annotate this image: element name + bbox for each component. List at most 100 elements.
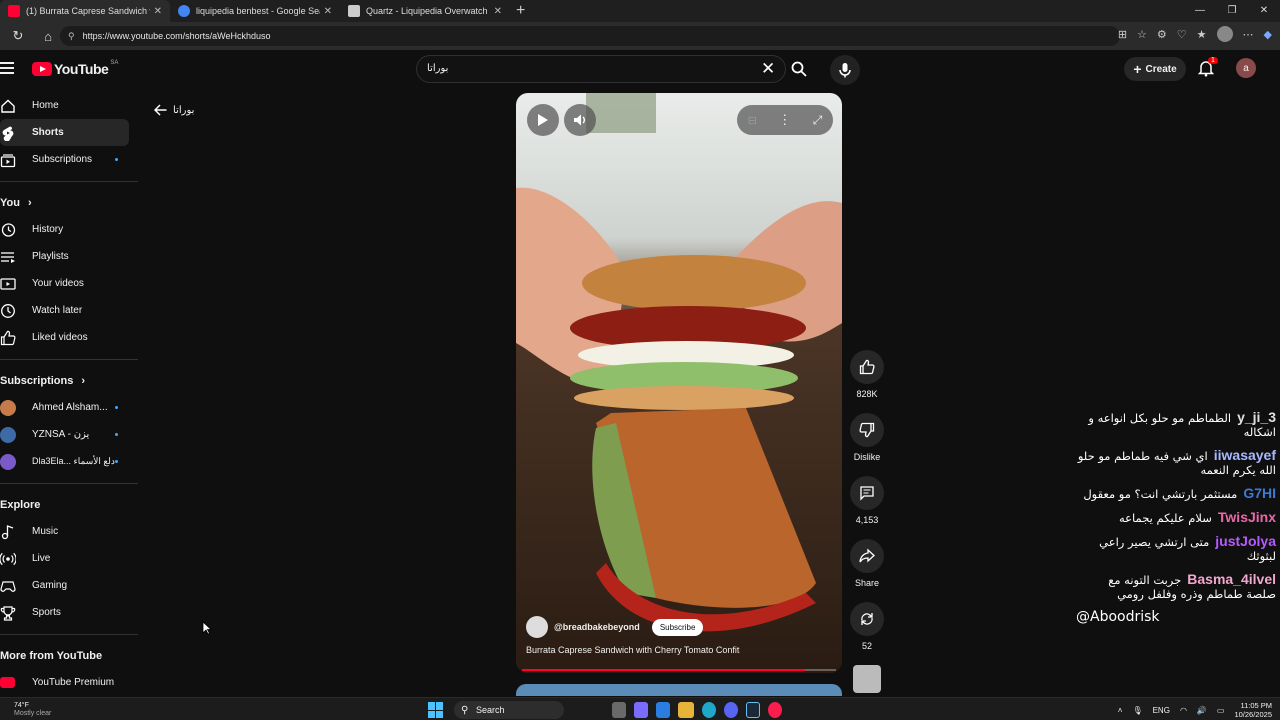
- comment-icon: [860, 486, 874, 501]
- copilot-app-icon[interactable]: [634, 702, 648, 718]
- sidebar-item-youtube-premium[interactable]: YouTube Premium: [0, 669, 140, 696]
- windows-start-icon[interactable]: [428, 702, 444, 718]
- liquipedia-favicon-icon: [348, 5, 360, 17]
- battery-icon[interactable]: ▭: [1217, 706, 1225, 715]
- close-tab-icon[interactable]: ✕: [324, 6, 332, 17]
- clock[interactable]: 11:05 PM 10/26/2025: [1234, 701, 1272, 719]
- favorite-star-icon[interactable]: ☆: [1137, 28, 1147, 41]
- app-available-icon[interactable]: ⊞: [1118, 28, 1127, 41]
- arrow-left-icon: [154, 104, 167, 116]
- comments-button[interactable]: [850, 476, 884, 510]
- sound-thumbnail[interactable]: [853, 665, 881, 693]
- dislike-button[interactable]: [850, 413, 884, 447]
- back-label: بوراتا: [173, 104, 195, 116]
- sidebar-item-your-videos[interactable]: Your videos: [0, 270, 140, 297]
- sidebar-item-watch-later[interactable]: Watch later: [0, 297, 140, 324]
- more-options-icon[interactable]: ⋯: [1243, 28, 1254, 41]
- sidebar-item-sports[interactable]: Sports: [0, 599, 140, 626]
- close-tab-icon[interactable]: ✕: [154, 6, 162, 17]
- sidebar: Home Shorts Subscriptions You › History P…: [0, 92, 140, 696]
- close-tab-icon[interactable]: ✕: [494, 6, 502, 17]
- sidebar-item-playlists[interactable]: Playlists: [0, 243, 140, 270]
- file-explorer-icon[interactable]: [678, 702, 694, 718]
- browser-tab-youtube[interactable]: (1) Burrata Caprese Sandwich wit ✕: [0, 0, 170, 22]
- google-favicon-icon: [178, 5, 190, 17]
- search-input[interactable]: بوراتا ✕: [416, 55, 786, 83]
- clear-search-icon[interactable]: ✕: [761, 59, 775, 79]
- captions-icon[interactable]: ⊟: [748, 114, 757, 127]
- mute-button[interactable]: [564, 104, 596, 136]
- sidebar-item-channel[interactable]: Ahmed Alsham...: [0, 394, 140, 421]
- menu-icon[interactable]: [0, 62, 14, 77]
- extensions-icon[interactable]: ⚙: [1157, 28, 1167, 41]
- video-progress-bar[interactable]: [522, 669, 836, 671]
- search-button[interactable]: [784, 55, 814, 83]
- progress-fill: [522, 669, 805, 671]
- youtube-logo[interactable]: YouTube SA: [32, 60, 118, 77]
- profile-avatar[interactable]: [1216, 26, 1233, 42]
- short-video-player[interactable]: ⊟ ⋮ ⤢ @breadbakebeyond Subscribe Burrata…: [516, 93, 842, 673]
- collections-icon[interactable]: ★: [1197, 28, 1207, 41]
- sidebar-item-subscriptions[interactable]: Subscriptions: [0, 146, 140, 173]
- sidebar-item-home[interactable]: Home: [0, 92, 140, 119]
- fullscreen-icon[interactable]: ⤢: [813, 113, 823, 128]
- voice-search-button[interactable]: [830, 55, 860, 85]
- sidebar-item-channel[interactable]: Dla3Ela... دلع الأسماء: [0, 448, 140, 475]
- share-button[interactable]: [850, 539, 884, 573]
- steam-icon[interactable]: [746, 702, 760, 718]
- browser-tab-liquipedia[interactable]: Quartz - Liquipedia Overwatch W ✕: [340, 0, 510, 22]
- thumbs-down-icon: [859, 422, 875, 438]
- sidebar-item-gaming[interactable]: Gaming: [0, 572, 140, 599]
- microphone-tray-icon[interactable]: 🎙: [1132, 706, 1142, 715]
- site-info-icon[interactable]: ⚲: [68, 31, 75, 42]
- sidebar-section-you[interactable]: You ›: [0, 190, 140, 216]
- account-avatar[interactable]: a: [1236, 58, 1256, 78]
- speaker-icon[interactable]: 🔊: [1197, 706, 1207, 715]
- comments-action: 4,153: [848, 476, 886, 525]
- channel-name[interactable]: @breadbakebeyond: [554, 622, 640, 632]
- close-window-icon[interactable]: ✕: [1248, 0, 1280, 22]
- next-short-preview[interactable]: [516, 684, 842, 696]
- refresh-icon[interactable]: ↻: [6, 28, 30, 44]
- opera-gx-icon[interactable]: [768, 702, 782, 718]
- chat-message: justJolyaمتى ارتشي يصير راعي لبثوثك: [1076, 534, 1276, 563]
- discord-icon[interactable]: [724, 702, 738, 718]
- like-button[interactable]: [850, 350, 884, 384]
- taskbar-search[interactable]: ⚲ Search: [454, 701, 564, 719]
- chevron-up-icon[interactable]: ˄: [1118, 706, 1123, 715]
- create-button[interactable]: + Create: [1124, 57, 1186, 81]
- store-icon[interactable]: [656, 702, 670, 718]
- sidebar-item-shorts[interactable]: Shorts: [0, 119, 129, 146]
- home-browser-icon[interactable]: ⌂: [36, 29, 60, 44]
- subscribe-button[interactable]: Subscribe: [651, 618, 704, 636]
- more-vert-icon[interactable]: ⋮: [778, 112, 791, 128]
- language-indicator[interactable]: ENG: [1153, 706, 1170, 715]
- url-field[interactable]: ⚲ https://www.youtube.com/shorts/aWeHckh…: [60, 26, 1120, 46]
- back-to-search-button[interactable]: بوراتا: [154, 104, 194, 116]
- edge-browser-icon[interactable]: [702, 702, 716, 718]
- sidebar-section-subscriptions[interactable]: Subscriptions ›: [0, 368, 140, 394]
- tab-title: (1) Burrata Caprese Sandwich wit: [26, 6, 150, 16]
- task-view-icon[interactable]: [612, 702, 626, 718]
- remix-button[interactable]: [850, 602, 884, 636]
- minimize-icon[interactable]: —: [1184, 0, 1216, 22]
- weather-widget[interactable]: 74°F Mostly clear: [2, 702, 51, 718]
- restore-icon[interactable]: ❐: [1216, 0, 1248, 22]
- new-tab-icon[interactable]: +: [516, 2, 525, 20]
- play-button[interactable]: [527, 104, 559, 136]
- sidebar-item-history[interactable]: History: [0, 216, 140, 243]
- channel-avatar[interactable]: [526, 616, 548, 638]
- browser-essentials-icon[interactable]: ♡: [1177, 28, 1187, 41]
- wifi-icon[interactable]: ◠: [1180, 706, 1187, 715]
- new-content-dot: [115, 158, 118, 161]
- sidebar-item-live[interactable]: Live: [0, 545, 140, 572]
- copilot-icon[interactable]: ◆: [1264, 28, 1272, 41]
- notifications-button[interactable]: 1: [1197, 57, 1218, 79]
- channel-avatar: [0, 427, 16, 443]
- short-title[interactable]: Burrata Caprese Sandwich with Cherry Tom…: [526, 645, 739, 655]
- sidebar-item-liked-videos[interactable]: Liked videos: [0, 324, 140, 351]
- sidebar-item-label: Your videos: [32, 278, 84, 289]
- browser-tab-google[interactable]: liquipedia benbest - Google Sear ✕: [170, 0, 340, 22]
- sidebar-item-channel[interactable]: YZNSA - يزن: [0, 421, 140, 448]
- sidebar-item-music[interactable]: Music: [0, 518, 140, 545]
